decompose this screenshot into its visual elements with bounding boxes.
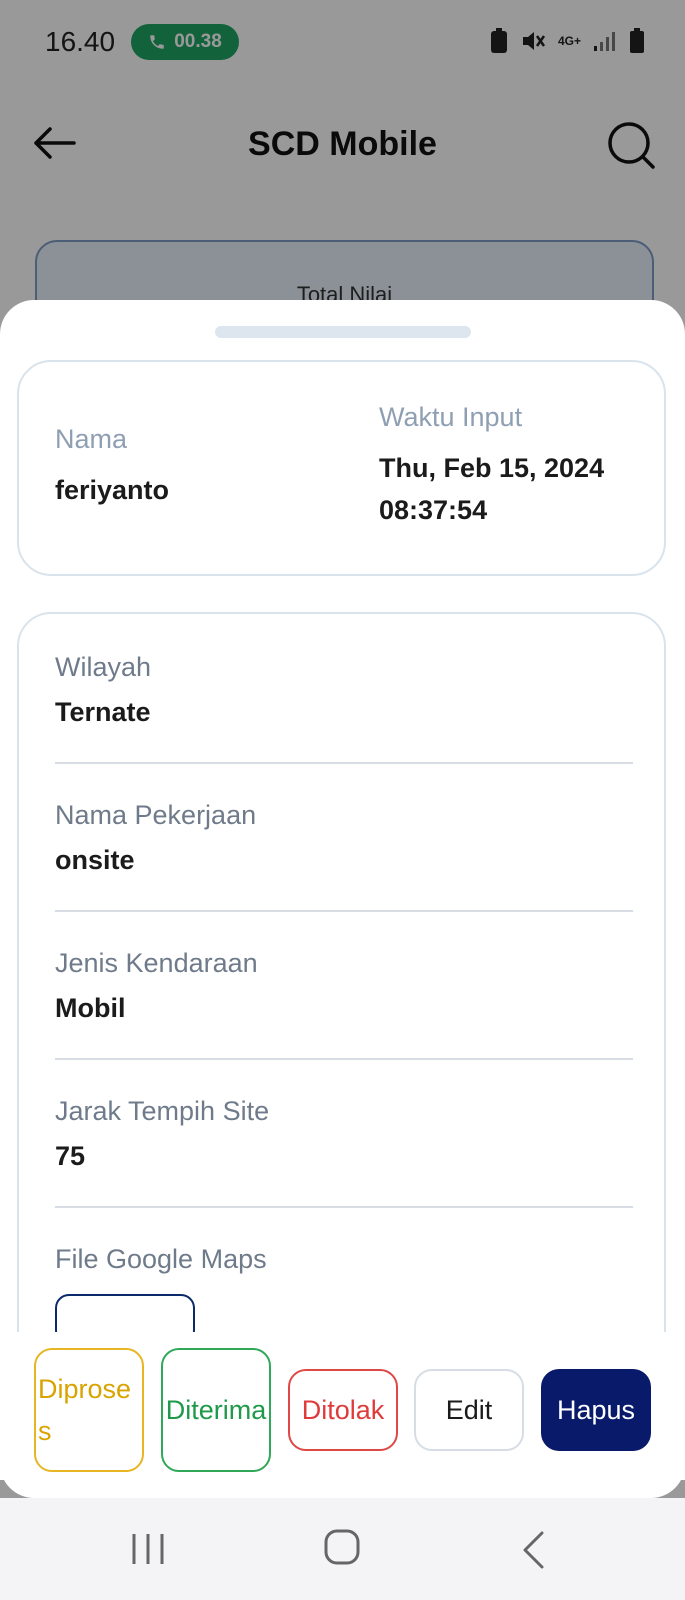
field-jarak-site: Jarak Tempih Site 75	[55, 1096, 633, 1177]
divider	[55, 762, 633, 764]
diterima-label: Diterima	[165, 1395, 267, 1425]
recent-apps-icon[interactable]	[130, 1532, 166, 1566]
field-jenis-kendaraan: Jenis Kendaraan Mobil	[55, 948, 633, 1029]
field-value: Ternate	[55, 697, 151, 727]
hapus-label: Hapus	[556, 1394, 636, 1425]
input-time-block: Waktu Input Thu, Feb 15, 2024 08:37:54	[379, 402, 604, 531]
ditolak-label: Ditolak	[301, 1394, 385, 1425]
hapus-button[interactable]: Hapus	[541, 1369, 651, 1451]
system-back-icon[interactable]	[520, 1530, 546, 1570]
input-time-date: Thu, Feb 15, 2024	[379, 453, 605, 483]
input-time-clock: 08:37:54	[379, 495, 488, 525]
divider	[55, 1206, 633, 1208]
drag-handle[interactable]	[215, 326, 471, 338]
field-label: Nama Pekerjaan	[55, 800, 257, 830]
diproses-label: Diproses	[38, 1374, 132, 1446]
field-label: File Google Maps	[55, 1244, 267, 1274]
field-wilayah: Wilayah Ternate	[55, 652, 633, 733]
field-label: Wilayah	[55, 652, 152, 682]
name-block: Nama feriyanto	[55, 424, 169, 511]
field-google-maps: File Google Maps	[55, 1244, 633, 1275]
system-nav-bar	[0, 1498, 685, 1600]
edit-label: Edit	[445, 1394, 493, 1425]
detail-card[interactable]: Wilayah Ternate Nama Pekerjaan onsite Je…	[17, 612, 666, 1332]
field-value: 75	[55, 1141, 86, 1171]
detail-bottom-sheet: Nama feriyanto Waktu Input Thu, Feb 15, …	[0, 300, 685, 1498]
name-value: feriyanto	[55, 475, 170, 505]
action-buttons: Diproses Diterima Ditolak Edit Hapus	[0, 1340, 685, 1480]
input-time-label: Waktu Input	[379, 402, 523, 432]
name-label: Nama	[55, 424, 128, 454]
field-label: Jarak Tempih Site	[55, 1096, 270, 1126]
home-icon[interactable]	[323, 1528, 361, 1566]
field-value: onsite	[55, 845, 135, 875]
summary-card: Nama feriyanto Waktu Input Thu, Feb 15, …	[17, 360, 666, 576]
ditolak-button[interactable]: Ditolak	[288, 1369, 398, 1451]
field-nama-pekerjaan: Nama Pekerjaan onsite	[55, 800, 633, 881]
divider	[55, 1058, 633, 1060]
divider	[55, 910, 633, 912]
diproses-button[interactable]: Diproses	[34, 1348, 144, 1472]
field-label: Jenis Kendaraan	[55, 948, 258, 978]
diterima-button[interactable]: Diterima	[161, 1348, 271, 1472]
field-value: Mobil	[55, 993, 126, 1023]
edit-button[interactable]: Edit	[414, 1369, 524, 1451]
view-map-file-button[interactable]	[55, 1294, 195, 1332]
